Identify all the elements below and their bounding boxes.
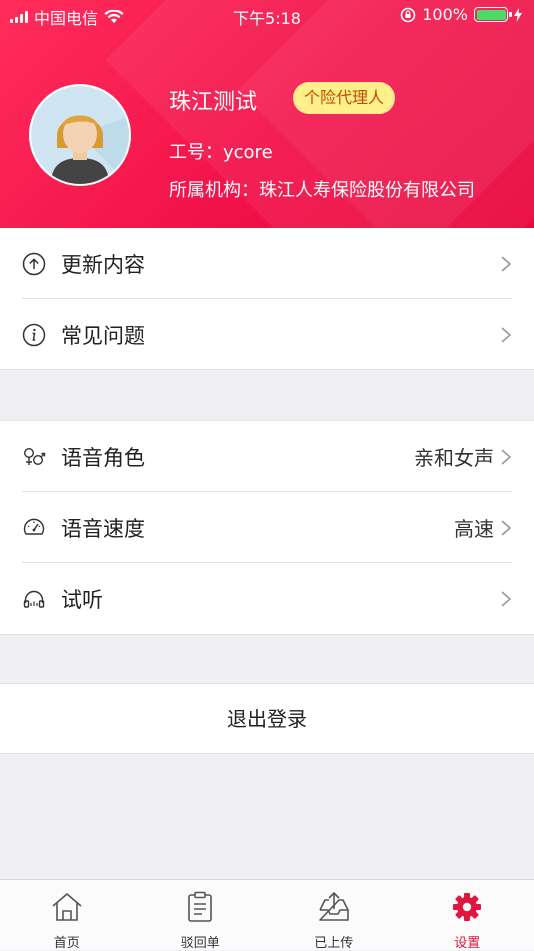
chevron-right-icon — [500, 519, 512, 537]
voice-speed-value: 高速 — [454, 513, 494, 542]
organization: 所属机构：珠江人寿保险股份有限公司 — [169, 176, 475, 202]
menu-item-update-content[interactable]: 更新内容 — [0, 228, 534, 299]
gender-icon — [22, 445, 46, 469]
user-name: 珠江测试 — [169, 84, 257, 116]
menu-item-label: 语音角色 — [61, 442, 145, 472]
home-icon — [50, 890, 84, 924]
speed-gauge-icon — [22, 516, 46, 540]
tab-label: 设置 — [401, 932, 534, 951]
profile-header: 中国电信 下午5:18 100% — [0, 0, 534, 228]
battery-icon — [474, 7, 508, 22]
clipboard-icon — [183, 890, 217, 924]
info-circle-icon — [22, 323, 46, 347]
tab-settings[interactable]: 设置 — [401, 880, 534, 950]
section-separator — [0, 369, 534, 370]
headphones-icon — [22, 587, 46, 611]
voice-role-value: 亲和女声 — [414, 442, 494, 471]
menu-item-label: 更新内容 — [61, 249, 145, 279]
charging-icon — [514, 8, 522, 22]
tab-uploaded[interactable]: 已上传 — [267, 880, 401, 950]
gear-icon — [450, 890, 484, 924]
chevron-right-icon — [500, 448, 512, 466]
tab-rejected[interactable]: 驳回单 — [134, 880, 268, 950]
menu-item-voice-speed[interactable]: 语音速度 高速 — [0, 492, 534, 563]
chevron-right-icon — [500, 255, 512, 273]
menu-group-info: 更新内容 常见问题 — [0, 228, 534, 370]
menu-group-voice: 语音角色 亲和女声 语音速度 高速 试听 — [0, 420, 534, 635]
menu-item-voice-role[interactable]: 语音角色 亲和女声 — [0, 421, 534, 492]
menu-item-faq[interactable]: 常见问题 — [0, 299, 534, 370]
menu-item-label: 试听 — [61, 584, 103, 614]
tab-bar: 首页 驳回单 已上传 — [0, 879, 534, 950]
tab-home[interactable]: 首页 — [0, 880, 134, 950]
upload-circle-icon — [22, 252, 46, 276]
menu-item-preview-listen[interactable]: 试听 — [0, 563, 534, 634]
chevron-right-icon — [500, 590, 512, 608]
menu-item-label: 常见问题 — [61, 320, 145, 350]
employee-id: 工号：ycore — [169, 138, 273, 164]
tab-label: 已上传 — [267, 932, 401, 951]
tab-label: 驳回单 — [134, 932, 268, 951]
menu-item-label: 语音速度 — [61, 513, 145, 543]
role-badge: 个险代理人 — [293, 82, 395, 114]
logout-button[interactable]: 退出登录 — [0, 683, 534, 754]
battery-percent: 100% — [422, 5, 468, 24]
chevron-right-icon — [500, 326, 512, 344]
status-bar: 中国电信 下午5:18 100% — [0, 0, 534, 30]
inbox-upload-icon — [317, 890, 351, 924]
avatar[interactable] — [29, 84, 131, 186]
orientation-lock-icon — [400, 7, 416, 23]
tab-label: 首页 — [0, 932, 134, 951]
